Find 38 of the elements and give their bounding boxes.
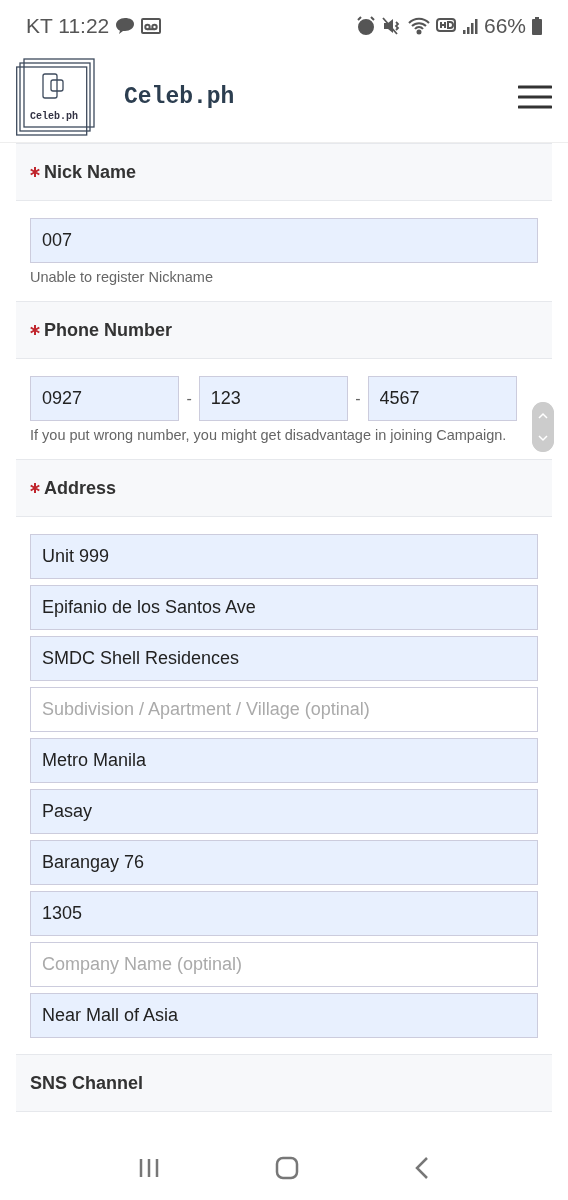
section-title: SNS Channel bbox=[30, 1072, 144, 1094]
status-time: KT 11:22 bbox=[26, 14, 110, 38]
input-field[interactable]: Subdivision / Apartment / Village (optinal) bbox=[30, 687, 538, 732]
input-field[interactable]: 0927 bbox=[30, 376, 180, 421]
input-field[interactable]: Epifanio de los Santos Ave bbox=[30, 585, 538, 630]
input-field[interactable]: Barangay 76 bbox=[30, 840, 538, 885]
separator: - bbox=[186, 389, 192, 408]
section-title: Address bbox=[44, 477, 117, 499]
separator: - bbox=[355, 389, 361, 408]
scroll-handle[interactable] bbox=[532, 402, 554, 452]
hint-text: Unable to register Nickname bbox=[30, 269, 214, 285]
input-field[interactable]: 1305 bbox=[30, 891, 538, 936]
input-field[interactable]: Pasay bbox=[30, 789, 538, 834]
section-title: Nick Name bbox=[44, 161, 137, 183]
input-field[interactable]: 007 bbox=[30, 218, 538, 263]
wifi-icon bbox=[407, 16, 430, 36]
battery-icon bbox=[532, 17, 542, 35]
signal-icon bbox=[461, 17, 478, 35]
input-field[interactable]: Company Name (optinal) bbox=[30, 942, 538, 987]
recent-apps-icon[interactable] bbox=[137, 1156, 160, 1179]
hd-icon bbox=[435, 17, 456, 35]
home-icon[interactable] bbox=[275, 1155, 299, 1180]
mute-icon bbox=[381, 16, 402, 36]
hint-text: If you put wrong number, you might get disadvantage in joining Campaign. bbox=[30, 427, 508, 443]
voicemail-icon bbox=[141, 17, 162, 35]
back-icon[interactable] bbox=[414, 1155, 431, 1180]
input-field[interactable]: Unit 999 bbox=[30, 534, 538, 579]
input-field[interactable]: 4567 bbox=[367, 376, 517, 421]
input-field[interactable]: SMDC Shell Residences bbox=[30, 636, 538, 681]
chat-icon bbox=[115, 17, 136, 35]
battery-percent: 66% bbox=[483, 14, 526, 38]
site-name: Celeb.ph bbox=[124, 84, 235, 110]
input-field[interactable]: 123 bbox=[198, 376, 349, 421]
section-title: Phone Number bbox=[44, 319, 172, 341]
input-field[interactable]: Metro Manila bbox=[30, 738, 538, 783]
input-field[interactable]: Near Mall of Asia bbox=[30, 993, 538, 1038]
menu-icon[interactable] bbox=[518, 85, 552, 109]
alarm-icon bbox=[355, 16, 376, 36]
